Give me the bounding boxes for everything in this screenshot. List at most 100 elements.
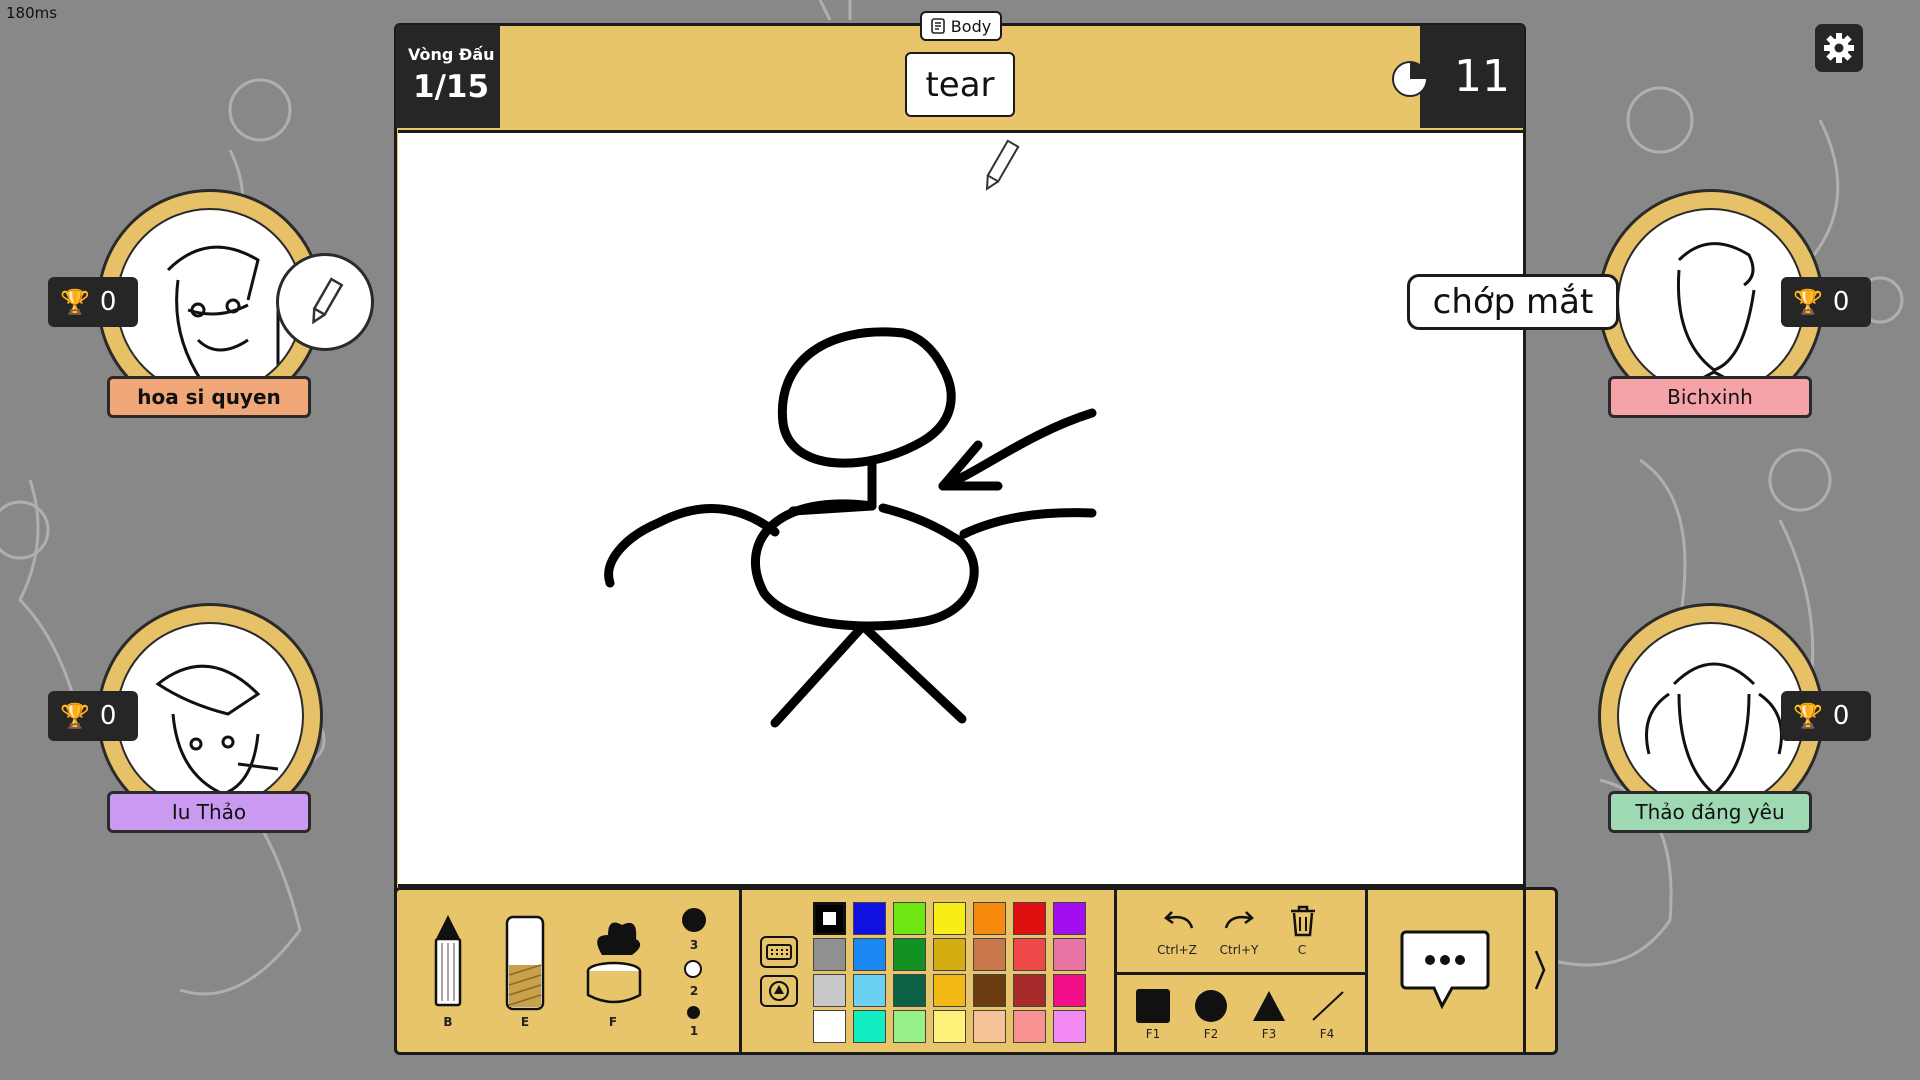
fill-bucket-icon: [586, 922, 642, 1004]
rectangle-tool[interactable]: [1136, 989, 1170, 1023]
color-swatch[interactable]: [1013, 1010, 1046, 1043]
color-picker-button[interactable]: [760, 975, 798, 1007]
color-swatch[interactable]: [853, 974, 886, 1007]
brush-size-1[interactable]: [687, 1006, 700, 1019]
redo-key: Ctrl+Y: [1219, 943, 1259, 957]
color-swatch[interactable]: [893, 1010, 926, 1043]
pencil-tool[interactable]: [428, 913, 468, 1015]
circle-tool[interactable]: [1195, 990, 1227, 1022]
settings-button[interactable]: [1815, 24, 1863, 72]
line-tool[interactable]: [1311, 990, 1345, 1022]
triangle-icon: [1253, 991, 1285, 1021]
color-swatch[interactable]: [933, 938, 966, 971]
triangle-tool[interactable]: [1252, 990, 1286, 1022]
player-score: 0: [1832, 287, 1850, 317]
color-swatch[interactable]: [853, 1010, 886, 1043]
pencil-cursor-icon: [985, 139, 1020, 191]
clear-button[interactable]: [1288, 904, 1318, 938]
document-icon: [930, 18, 945, 34]
undo-key: Ctrl+Z: [1157, 943, 1197, 957]
chat-button[interactable]: [1400, 928, 1490, 1014]
color-swatch[interactable]: [933, 1010, 966, 1043]
drawing-canvas[interactable]: [398, 130, 1523, 887]
trophy-icon: 🏆: [1793, 702, 1823, 730]
score-badge: 🏆 0: [48, 277, 138, 327]
pencil-icon: [434, 915, 462, 1007]
color-swatch[interactable]: [813, 974, 846, 1007]
brush-size-label: 2: [689, 984, 699, 998]
color-swatch[interactable]: [1013, 974, 1046, 1007]
rectangle-key: F1: [1145, 1027, 1161, 1041]
drawing-indicator: [276, 253, 374, 351]
chat-bubble-text: chớp mắt: [1432, 282, 1594, 322]
brush-size-label: 1: [689, 1024, 699, 1038]
color-swatch[interactable]: [813, 938, 846, 971]
color-swatch[interactable]: [893, 974, 926, 1007]
pigtail-girl-avatar-icon: [1645, 662, 1783, 796]
eraser-tool[interactable]: [505, 915, 545, 1015]
trash-icon: [1291, 905, 1315, 937]
color-swatch[interactable]: [853, 902, 886, 935]
chat-bubble: chớp mắt: [1407, 274, 1619, 330]
timer-value: 11: [1454, 51, 1510, 102]
clock-icon: [1392, 61, 1428, 97]
round-label: Vòng Đấu: [408, 45, 495, 64]
color-swatch[interactable]: [1053, 902, 1086, 935]
toolbar-divider: [1117, 972, 1365, 975]
score-badge: 🏆 0: [1781, 277, 1871, 327]
bowtie-man-avatar-icon: [1676, 242, 1756, 390]
player-name-plate: Iu Thảo: [107, 791, 311, 833]
brush-size-2[interactable]: [684, 960, 702, 978]
color-swatch[interactable]: [853, 938, 886, 971]
fill-bucket-key: F: [608, 1015, 618, 1029]
timer: 11: [1392, 25, 1524, 128]
color-swatch[interactable]: [973, 902, 1006, 935]
undo-button[interactable]: [1160, 906, 1196, 936]
trophy-icon: 🏆: [60, 288, 90, 316]
color-swatch[interactable]: [1013, 902, 1046, 935]
color-swatch[interactable]: [1013, 938, 1046, 971]
color-swatch[interactable]: [973, 974, 1006, 1007]
redo-icon: [1224, 911, 1254, 929]
player-name-plate: Bichxinh: [1608, 376, 1812, 418]
redo-button[interactable]: [1222, 906, 1258, 936]
stick-figure-drawing: [604, 327, 1097, 728]
eraser-key: E: [520, 1015, 530, 1029]
word-hint: tear: [905, 52, 1015, 117]
pencil-key: B: [443, 1015, 453, 1029]
category-label: Body: [950, 16, 992, 36]
color-wheel-icon: [769, 981, 789, 1001]
color-swatch[interactable]: [813, 902, 846, 935]
trophy-icon: 🏆: [60, 702, 90, 730]
pencil-icon: [312, 277, 344, 325]
color-swatch[interactable]: [973, 938, 1006, 971]
color-swatch[interactable]: [973, 1010, 1006, 1043]
color-swatch[interactable]: [893, 902, 926, 935]
color-swatch[interactable]: [933, 902, 966, 935]
undo-icon: [1164, 911, 1194, 929]
color-swatch[interactable]: [813, 1010, 846, 1043]
selected-indicator: [823, 912, 836, 925]
color-swatch[interactable]: [1053, 974, 1086, 1007]
player-score: 0: [99, 287, 117, 317]
category-tag: Body: [920, 11, 1002, 41]
color-swatch[interactable]: [893, 938, 926, 971]
player-name: Bichxinh: [1667, 385, 1753, 409]
hat-person-avatar-icon: [155, 664, 279, 796]
fill-bucket-tool[interactable]: [582, 915, 646, 1015]
brush-size-label: 3: [689, 938, 699, 952]
round-indicator: Vòng Đấu 1/15: [396, 25, 500, 128]
speech-bubble-icon: [1400, 930, 1490, 1010]
expand-panel-button[interactable]: [1526, 945, 1554, 995]
triangle-key: F3: [1261, 1027, 1277, 1041]
player-name-plate: hoa si quyen: [107, 376, 311, 418]
color-swatch[interactable]: [933, 974, 966, 1007]
palette-grid-button[interactable]: [760, 936, 798, 968]
score-badge: 🏆 0: [48, 691, 138, 741]
color-swatch[interactable]: [1053, 1010, 1086, 1043]
color-swatch[interactable]: [1053, 938, 1086, 971]
word-text: tear: [925, 64, 995, 105]
brush-size-3[interactable]: [682, 908, 706, 932]
player-score: 0: [1832, 701, 1850, 731]
player-score: 0: [99, 701, 117, 731]
